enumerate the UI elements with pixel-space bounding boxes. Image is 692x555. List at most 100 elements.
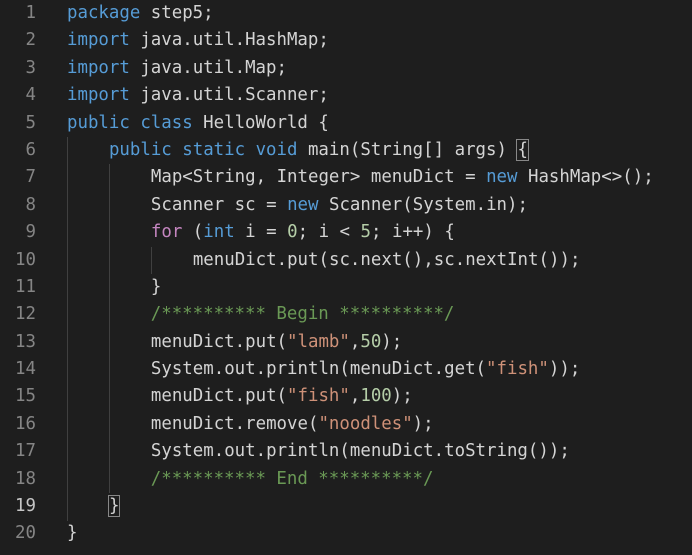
code-token: . [276,249,288,270]
code-token: ) [559,359,570,380]
code-token: Scanner [245,85,319,106]
line-number: 5 [25,112,36,133]
line-number: 3 [25,57,36,78]
code-token: out [224,359,256,380]
code-line[interactable]: for (int i = 0; i < 5; i++) { [67,219,692,246]
code-line[interactable]: } [67,493,692,520]
code-token: ) [548,249,560,270]
code-token: . [213,441,225,462]
code-line[interactable]: menuDict.put("lamb",50); [67,329,692,356]
code-line[interactable]: } [67,274,692,301]
code-token: java [140,57,183,78]
code-token: . [182,57,193,78]
code-line[interactable]: menuDict.remove("noodles"); [67,411,692,438]
code-token: System [150,359,214,380]
code-token: { [318,112,329,133]
code-token: ; [318,30,329,51]
code-token: in [486,194,508,215]
code-line[interactable]: package step5; [67,0,692,27]
code-token: > [611,167,623,188]
code-line[interactable]: Map<String, Integer> menuDict = new Hash… [67,164,692,191]
code-line[interactable]: menuDict.put("fish",100); [67,383,692,410]
code-line[interactable]: System.out.println(menuDict.toString()); [67,438,692,465]
code-token: , [423,249,434,270]
indent-guide-method-body [108,164,110,494]
code-token: . [213,359,225,380]
code-editor[interactable]: 1 2 3 4 5 6 7 8 9 10 11 12 13 14 15 16 17 18 19 20 package … [0,0,692,555]
code-area[interactable]: package step5; import java.util.HashMap; i… [67,0,692,555]
code-token: util [192,57,235,78]
code-token: . [234,57,246,78]
code-token: ( [339,441,350,462]
code-token: ; [402,386,413,407]
code-token: ; [391,331,403,352]
code-line[interactable]: Scanner sc = new Scanner(System.in); [67,192,692,219]
code-line[interactable]: /********** End **********/ [67,466,692,493]
line-number-gutter: 1 2 3 4 5 6 7 8 9 10 11 12 13 14 15 16 17 18 19 20 [0,0,50,555]
code-token: ) [391,386,403,407]
code-token: ; [569,249,581,270]
code-line[interactable]: menuDict.put(sc.next(),sc.nextInt()); [67,247,692,274]
code-token: Integer [276,167,350,188]
code-line[interactable]: public class HelloWorld { [67,110,692,137]
code-line[interactable]: import java.util.HashMap; [67,27,692,54]
code-line[interactable]: /********** Begin **********/ [67,301,692,328]
code-token: sc [433,249,455,270]
line-number: 9 [25,222,36,243]
code-line[interactable]: System.out.println(menuDict.get("fish"))… [67,356,692,383]
code-token: menuDict [349,441,434,462]
indent-guide-class-body [67,137,68,521]
line-number: 11 [15,276,36,297]
code-line[interactable]: import java.util.Scanner; [67,82,692,109]
code-token: String [360,139,424,160]
code-token: i [245,222,256,243]
line-number: 7 [25,167,36,188]
code-token: ) [548,441,560,462]
code-token: ( [276,386,288,407]
code-token: ; [517,194,528,215]
code-line[interactable]: } [67,520,692,547]
code-token: ; [423,413,434,434]
code-line[interactable]: import java.util.Map; [67,55,692,82]
code-token: ) [423,222,434,243]
code-token: . [234,413,246,434]
code-token: put [245,386,277,407]
code-token: ( [307,413,319,434]
code-line[interactable]: public static void main(String[] args) { [67,137,692,164]
code-token: ( [527,441,539,462]
